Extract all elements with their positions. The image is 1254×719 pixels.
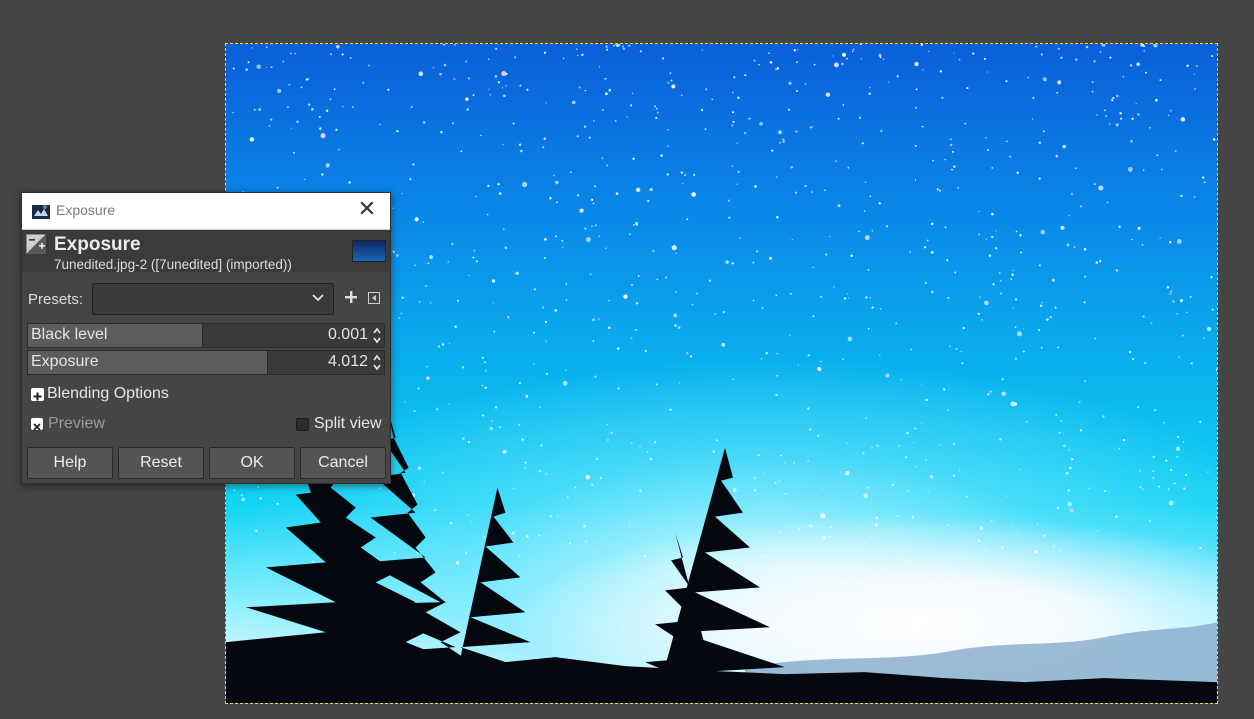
reset-button[interactable]: Reset (118, 447, 204, 479)
split-view-label: Split view (314, 415, 382, 432)
blending-options-label: Blending Options (47, 385, 169, 402)
preview-label: Preview (48, 415, 105, 432)
presets-dropdown[interactable] (92, 283, 334, 315)
star (1217, 479, 1218, 481)
header-subtitle: 7unedited.jpg-2 ([7unedited] (imported)) (54, 257, 292, 272)
presets-label: Presets: (28, 291, 84, 308)
ok-button[interactable]: OK (209, 447, 295, 479)
dialog-header: Exposure 7unedited.jpg-2 ([7unedited] (i… (22, 230, 390, 272)
menu-left-arrow-icon[interactable] (368, 292, 380, 304)
spin-arrows-icon[interactable] (372, 326, 382, 345)
exposure-label: Exposure (31, 353, 99, 370)
exposure-value[interactable]: 4.012 (328, 353, 368, 371)
header-title: Exposure (54, 234, 141, 255)
cancel-button[interactable]: Cancel (300, 447, 386, 479)
plus-icon[interactable] (344, 290, 358, 304)
exposure-dialog: Exposure ✕ Exposure 7unedited.jpg-2 ([7u… (21, 192, 391, 484)
checkbox-unchecked-icon (296, 418, 309, 431)
help-button[interactable]: Help (27, 447, 113, 479)
dialog-window-title: Exposure (56, 202, 116, 218)
expand-plus-icon (31, 388, 44, 401)
black-level-label: Black level (31, 326, 108, 343)
close-icon[interactable]: ✕ (356, 199, 378, 221)
exposure-slider[interactable]: Exposure 4.012 (27, 350, 385, 375)
checkbox-checked-icon (31, 418, 43, 431)
black-level-value[interactable]: 0.001 (328, 326, 368, 344)
chevron-down-icon (312, 294, 324, 302)
dialog-titlebar[interactable]: Exposure ✕ (22, 193, 390, 230)
gimp-wilber-icon (32, 205, 50, 219)
exposure-icon (26, 234, 46, 254)
spin-arrows-icon[interactable] (372, 353, 382, 372)
image-thumbnail (352, 240, 386, 262)
black-level-slider[interactable]: Black level 0.001 (27, 323, 385, 348)
